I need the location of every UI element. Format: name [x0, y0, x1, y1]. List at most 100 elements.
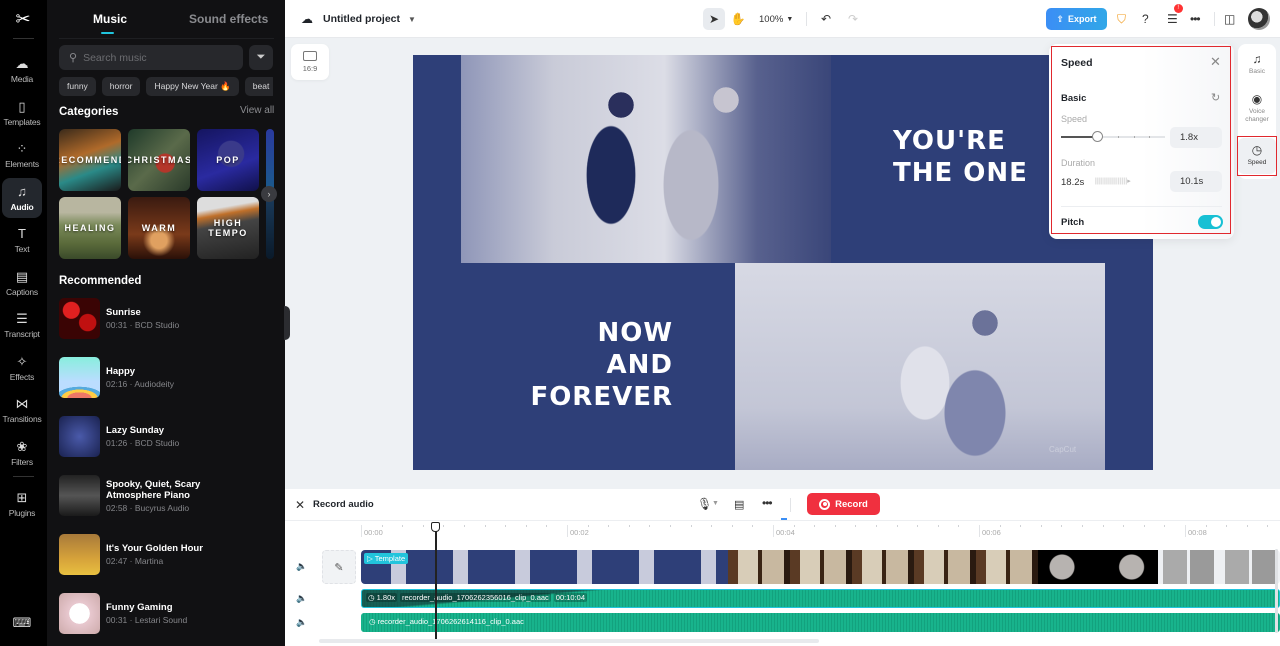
vertical-scrollbar[interactable]	[1275, 549, 1278, 633]
song-item[interactable]: Lazy Sunday 01:26 · BCD Studio	[59, 416, 269, 458]
slider-knob[interactable]	[1092, 131, 1104, 142]
song-item[interactable]: Funny Gaming 00:31 · Lestari Sound	[59, 593, 269, 635]
minor-tick	[1226, 525, 1228, 527]
song-item[interactable]: Happy 02:16 · Audiodeity	[59, 357, 269, 399]
categories-next-button[interactable]: ›	[261, 186, 277, 202]
notifications-button[interactable]: ☰!	[1167, 4, 1183, 30]
capcut-logo-icon[interactable]: ✂	[12, 10, 34, 28]
chevron-down-icon[interactable]: ▼	[712, 500, 719, 507]
project-name-dropdown[interactable]: ☁ Untitled project ▼	[301, 12, 416, 26]
aspect-ratio-button[interactable]: 16:9	[291, 44, 329, 80]
category-recommend[interactable]: RECOMMEND	[59, 129, 121, 191]
template-badge: ▷ Template	[364, 553, 409, 564]
keyboard-shortcuts-button[interactable]: ⌨	[2, 603, 42, 643]
tab-voice-changer[interactable]: ◉ Voice changer	[1238, 92, 1276, 124]
collapse-panel-handle[interactable]	[284, 306, 290, 340]
tab-sound-effects[interactable]: Sound effects	[189, 12, 268, 26]
microphone-button[interactable]: 🎙	[697, 497, 712, 511]
tab-speed[interactable]: ◷ Speed	[1238, 138, 1276, 174]
record-button[interactable]: Record	[807, 493, 880, 515]
track-volume-button[interactable]: 🔈	[296, 561, 307, 572]
duration-original: 18.2s	[1061, 177, 1085, 188]
shield-icon: ⛉	[1117, 11, 1127, 26]
category-healing[interactable]: HEALING	[59, 197, 121, 259]
minor-tick	[670, 525, 671, 527]
minor-tick	[649, 525, 651, 527]
close-button[interactable]: ✕	[1210, 54, 1221, 70]
hand-tool-button[interactable]: ✋	[731, 8, 746, 30]
more-button[interactable]: •••	[1190, 8, 1201, 30]
video-canvas[interactable]: YOU'RE THE ONE NOW AND FOREVER CapCut	[413, 55, 1153, 470]
divider	[806, 12, 807, 26]
redo-button[interactable]: ↷	[848, 8, 858, 30]
video-clip-template[interactable]	[361, 550, 728, 584]
speed-value-input[interactable]: 1.8x	[1170, 127, 1222, 148]
rail-item-effects[interactable]: ✧ Effects	[2, 348, 42, 388]
speed-slider[interactable]	[1061, 131, 1165, 142]
song-item[interactable]: Sunrise 00:31 · BCD Studio	[59, 298, 269, 340]
category-partial[interactable]	[266, 197, 274, 259]
rail-item-elements[interactable]: ⁘ Elements	[2, 135, 42, 175]
shield-button[interactable]: ⛉	[1117, 8, 1126, 30]
song-item[interactable]: Spooky, Quiet, Scary Atmosphere Piano 02…	[59, 475, 269, 517]
category-pop[interactable]: POP	[197, 129, 259, 191]
song-item[interactable]: It's Your Golden Hour 02:47 · Martina	[59, 534, 269, 576]
rail-item-transitions[interactable]: ⋈ Transitions	[2, 390, 42, 430]
edit-cover-button[interactable]: ✎	[322, 550, 356, 584]
photo-couple-dancing	[461, 55, 831, 263]
avatar[interactable]	[1248, 8, 1270, 30]
pitch-toggle[interactable]	[1198, 215, 1223, 229]
category-high-tempo[interactable]: HIGH TEMPO	[197, 197, 259, 259]
duration-value-input[interactable]: 10.1s	[1170, 171, 1222, 192]
minor-tick	[814, 525, 816, 527]
tab-basic[interactable]: ♫ Basic	[1238, 52, 1276, 76]
video-clip[interactable]	[728, 550, 1038, 584]
rail-item-transcript[interactable]: ☰ Transcript	[2, 305, 42, 345]
video-clip[interactable]	[1038, 550, 1158, 584]
close-record-button[interactable]: ✕	[295, 498, 305, 512]
search-placeholder: Search music	[83, 51, 147, 64]
track-volume-button[interactable]: 🔈	[296, 593, 307, 604]
help-button[interactable]: ?	[1142, 8, 1149, 30]
left-rail: ✂ ☁ Media ▯ Templates ⁘ Elements ♫ Audio T Te…	[0, 0, 47, 646]
category-warm[interactable]: WARM	[128, 197, 190, 259]
video-clip[interactable]	[1158, 550, 1280, 584]
select-tool-button[interactable]: ➤	[703, 8, 725, 30]
canvas-text-top[interactable]: YOU'RE THE ONE	[893, 125, 1028, 189]
layout-toggle-button[interactable]: ◫	[1224, 8, 1235, 30]
reset-button[interactable]: ↻	[1211, 91, 1220, 104]
rail-item-plugins[interactable]: ⊞ Plugins	[2, 484, 42, 524]
tab-label: Basic	[1249, 68, 1265, 75]
audio-clip-selected[interactable]: ◷ 1.80x recorder_audio_1706262356016_clip…	[361, 589, 1280, 608]
chip-happy-new-year[interactable]: Happy New Year 🔥	[146, 77, 239, 96]
rail-item-text[interactable]: T Text	[2, 220, 42, 260]
export-button[interactable]: ⇪ Export	[1046, 8, 1107, 30]
canvas-text-bottom[interactable]: NOW AND FOREVER	[521, 317, 673, 413]
chip-horror[interactable]: horror	[101, 77, 141, 96]
minor-tick	[422, 525, 424, 527]
minor-tick	[587, 525, 589, 527]
audio-clip[interactable]: ◷ recorder_audio_1706262614116_clip_0.aa…	[361, 613, 1280, 632]
undo-button[interactable]: ↶	[821, 8, 831, 30]
chip-beat[interactable]: beat	[244, 77, 273, 96]
tab-music[interactable]: Music	[93, 12, 127, 26]
playhead-handle[interactable]	[431, 522, 440, 532]
video-track[interactable]	[361, 550, 1280, 584]
category-christmas[interactable]: CHRISTMAS	[128, 129, 190, 191]
rail-item-media[interactable]: ☁ Media	[2, 50, 42, 90]
rail-item-templates[interactable]: ▯ Templates	[2, 93, 42, 133]
captions-button[interactable]: ▤	[734, 498, 744, 511]
chip-funny[interactable]: funny	[59, 77, 96, 96]
zoom-dropdown[interactable]: 100% ▼	[759, 8, 793, 30]
search-music-input[interactable]: ⚲ Search music	[59, 45, 243, 70]
more-button[interactable]: •••	[762, 496, 773, 510]
filter-button[interactable]: ⏷	[249, 45, 273, 70]
rail-item-audio[interactable]: ♫ Audio	[2, 178, 42, 218]
category-partial[interactable]	[266, 129, 274, 191]
playhead[interactable]	[435, 522, 437, 640]
rail-item-captions[interactable]: ▤ Captions	[2, 263, 42, 303]
horizontal-scrollbar[interactable]	[319, 639, 819, 643]
view-all-link[interactable]: View all	[240, 105, 274, 116]
rail-item-filters[interactable]: ❀ Filters	[2, 433, 42, 473]
track-volume-button[interactable]: 🔈	[296, 617, 307, 628]
